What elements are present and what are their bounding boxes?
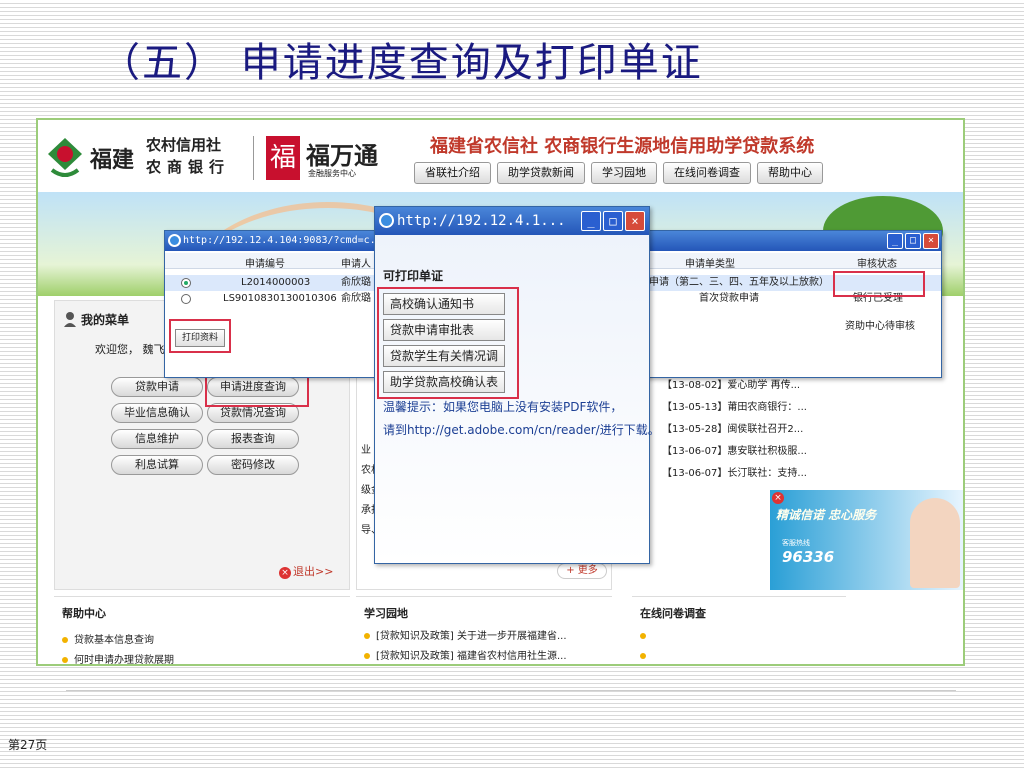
survey-panel: 在线问卷调查 bbox=[632, 596, 846, 664]
agent-photo bbox=[910, 498, 960, 588]
row-applicant: 俞欣璐 bbox=[341, 293, 371, 304]
news-item[interactable]: 【13-05-28】闽侯联社召开2... bbox=[662, 420, 803, 435]
menu-graduation-confirm[interactable]: 毕业信息确认 bbox=[111, 403, 203, 423]
footer-divider bbox=[66, 690, 956, 691]
fwt-logo-icon: 福 bbox=[266, 136, 300, 180]
row-type: 首次贷款申请 bbox=[699, 293, 759, 304]
nav-study[interactable]: 学习园地 bbox=[591, 162, 657, 184]
popup-heading: 可打印单证 bbox=[383, 269, 444, 283]
adobe-link[interactable]: 请到http://get.adobe.com/cn/reader/进行下载。 bbox=[383, 421, 660, 438]
site-header: 福建 农村信用社 农商银行 福 福万通 金融服务中心 福建省农信社 农商银行生源… bbox=[38, 120, 963, 192]
user-icon bbox=[64, 312, 76, 327]
intro-line-1: 业 bbox=[361, 445, 371, 456]
close-icon[interactable]: × bbox=[923, 233, 939, 249]
study-item[interactable]: [贷款知识及政策] 福建省农村信用社生源... bbox=[364, 647, 567, 662]
brand-fwt-sub: 金融服务中心 bbox=[308, 169, 356, 178]
col-applicant: 申请人 bbox=[341, 259, 371, 270]
rcu-logo-icon bbox=[48, 138, 82, 177]
bullet-icon bbox=[62, 637, 68, 643]
highlight-progress-button bbox=[205, 375, 309, 407]
menu-password-change[interactable]: 密码修改 bbox=[207, 455, 299, 475]
col-type: 申请单类型 bbox=[685, 259, 735, 270]
survey-item[interactable] bbox=[640, 651, 652, 662]
row-id: LS9010830130010306 bbox=[223, 293, 337, 304]
news-item[interactable]: 【13-05-13】莆田农商银行：... bbox=[662, 398, 807, 413]
menu-loan-apply[interactable]: 贷款申请 bbox=[111, 377, 203, 397]
survey-item[interactable] bbox=[640, 631, 652, 642]
study-panel: 学习园地 [贷款知识及政策] 关于进一步开展福建省... [贷款知识及政策] 福… bbox=[356, 596, 612, 664]
pdf-tip: 温馨提示：如果您电脑上没有安装PDF软件， bbox=[383, 400, 623, 414]
news-item[interactable]: 【13-08-02】爱心助学 再传... bbox=[662, 376, 800, 391]
bullet-icon bbox=[640, 633, 646, 639]
minimize-icon[interactable]: _ bbox=[581, 211, 601, 231]
close-icon[interactable]: × bbox=[772, 492, 784, 504]
more-button[interactable]: + 更多 bbox=[557, 563, 607, 579]
top-nav: 省联社介绍 助学贷款新闻 学习园地 在线问卷调查 帮助中心 bbox=[414, 162, 823, 184]
highlight-print-button bbox=[169, 319, 231, 353]
help-item[interactable]: 何时申请办理贷款展期 bbox=[62, 651, 174, 664]
nav-news[interactable]: 助学贷款新闻 bbox=[497, 162, 585, 184]
welcome-text: 欢迎您， 魏飞 bbox=[95, 343, 165, 356]
brand-bank-line2: 农商银行 bbox=[146, 158, 231, 176]
popup-titlebar: http://192.12.4.1... _ □ × bbox=[375, 207, 649, 235]
bullet-icon bbox=[364, 653, 370, 659]
slide-title: （五） 申请进度查询及打印单证 bbox=[100, 40, 703, 86]
news-item[interactable]: 【13-06-07】惠安联社积极服... bbox=[662, 442, 807, 457]
row-applicant: 俞欣璐 bbox=[341, 277, 371, 288]
survey-title: 在线问卷调查 bbox=[640, 607, 706, 620]
popup-body: 可打印单证 高校确认通知书 贷款申请审批表 贷款学生有关情况调 助学贷款高校确认… bbox=[375, 235, 660, 563]
ie-icon bbox=[168, 234, 181, 247]
close-icon[interactable]: × bbox=[625, 211, 645, 231]
help-item[interactable]: 贷款基本信息查询 bbox=[62, 631, 154, 646]
system-title: 福建省农信社 农商银行生源地信用助学贷款系统 bbox=[430, 136, 815, 157]
logo-divider bbox=[253, 136, 254, 180]
row-radio[interactable] bbox=[181, 294, 191, 304]
hotline-ad[interactable]: × 精诚信诺 忠心服务 客服热线 96336 bbox=[770, 490, 963, 590]
col-id: 申请编号 bbox=[245, 259, 285, 270]
highlight-doc-list bbox=[377, 287, 519, 399]
menu-title: 我的菜单 bbox=[81, 313, 130, 327]
popup-title: http://192.12.4.1... bbox=[397, 213, 566, 229]
help-title: 帮助中心 bbox=[62, 607, 106, 620]
highlight-status bbox=[833, 271, 925, 297]
nav-survey[interactable]: 在线问卷调查 bbox=[663, 162, 751, 184]
close-icon: × bbox=[279, 567, 291, 579]
brand-bank-line1: 农村信用社 bbox=[146, 136, 222, 154]
logout-label: 退出>> bbox=[293, 565, 334, 578]
help-panel: 帮助中心 贷款基本信息查询 何时申请办理贷款展期 bbox=[54, 596, 350, 664]
brand-fwt: 福万通 bbox=[306, 141, 378, 170]
ie-icon bbox=[379, 213, 394, 228]
row-radio[interactable] bbox=[181, 278, 191, 288]
bullet-icon bbox=[640, 653, 646, 659]
minimize-icon[interactable]: _ bbox=[887, 233, 903, 249]
ad-phone: 96336 bbox=[782, 548, 835, 566]
nav-intro[interactable]: 省联社介绍 bbox=[414, 162, 491, 184]
nav-help[interactable]: 帮助中心 bbox=[757, 162, 823, 184]
menu-report-query[interactable]: 报表查询 bbox=[207, 429, 299, 449]
ad-phone-label: 客服热线 bbox=[782, 539, 810, 547]
page-number: 第27页 bbox=[8, 738, 48, 752]
printable-docs-window: http://192.12.4.1... _ □ × 可打印单证 高校确认通知书… bbox=[374, 206, 660, 564]
col-status: 审核状态 bbox=[857, 259, 897, 270]
maximize-icon[interactable]: □ bbox=[905, 233, 921, 249]
study-title: 学习园地 bbox=[364, 607, 408, 620]
ad-slogan: 精诚信诺 忠心服务 bbox=[776, 508, 877, 522]
bullet-icon bbox=[62, 657, 68, 663]
brand-fujian: 福建 bbox=[90, 147, 135, 173]
maximize-icon[interactable]: □ bbox=[603, 211, 623, 231]
row-type: 申请（第二、三、四、五年及以上放款） bbox=[649, 277, 829, 288]
logout-link[interactable]: × 退出>> bbox=[279, 563, 333, 579]
row-status: 资助中心待审核 bbox=[845, 321, 915, 332]
menu-info-maintain[interactable]: 信息维护 bbox=[111, 429, 203, 449]
row-id: L2014000003 bbox=[241, 277, 311, 288]
bullet-icon bbox=[364, 633, 370, 639]
study-item[interactable]: [贷款知识及政策] 关于进一步开展福建省... bbox=[364, 627, 567, 642]
news-item[interactable]: 【13-06-07】长汀联社：支持... bbox=[662, 464, 807, 479]
menu-interest-calc[interactable]: 利息试算 bbox=[111, 455, 203, 475]
